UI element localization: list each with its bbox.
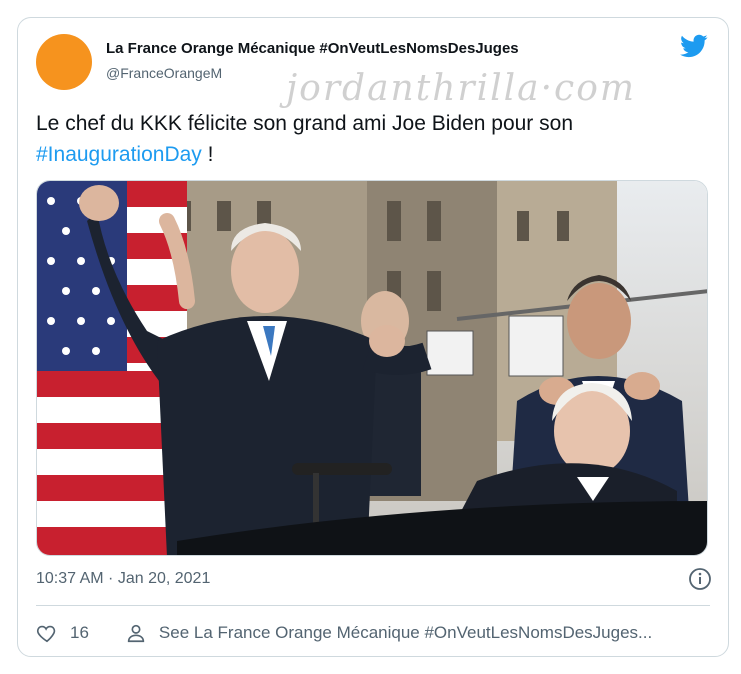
like-button[interactable]: 16 <box>36 622 89 644</box>
divider <box>36 605 710 606</box>
tweet-text-end: ! <box>201 143 214 166</box>
info-icon[interactable] <box>688 567 712 591</box>
avatar[interactable] <box>36 34 92 90</box>
author-name[interactable]: La France Orange Mécanique #OnVeutLesNom… <box>106 40 519 57</box>
watermark: jordanthrilla·com <box>286 68 637 109</box>
author-handle[interactable]: @FranceOrangeM <box>106 65 222 81</box>
twitter-bird-icon[interactable] <box>678 32 710 60</box>
tweet-card: La France Orange Mécanique #OnVeutLesNom… <box>17 17 729 657</box>
see-profile-label: See La France Orange Mécanique #OnVeutLe… <box>158 623 653 642</box>
tweet-timestamp[interactable]: 10:37 AM · Jan 20, 2021 <box>36 570 210 588</box>
tweet-text: Le chef du KKK félicite son grand ami Jo… <box>36 108 696 170</box>
see-profile-link[interactable]: See La France Orange Mécanique #OnVeutLe… <box>125 622 652 644</box>
tweet-text-main: Le chef du KKK félicite son grand ami Jo… <box>36 112 573 135</box>
heart-icon <box>36 625 56 643</box>
person-icon <box>127 624 145 643</box>
photo-illustration <box>37 181 707 555</box>
tweet-photo[interactable] <box>36 180 708 556</box>
hashtag-link[interactable]: #InaugurationDay <box>36 143 202 166</box>
like-count: 16 <box>70 623 89 642</box>
action-bar: 16 See La France Orange Mécanique #OnVeu… <box>36 621 652 645</box>
